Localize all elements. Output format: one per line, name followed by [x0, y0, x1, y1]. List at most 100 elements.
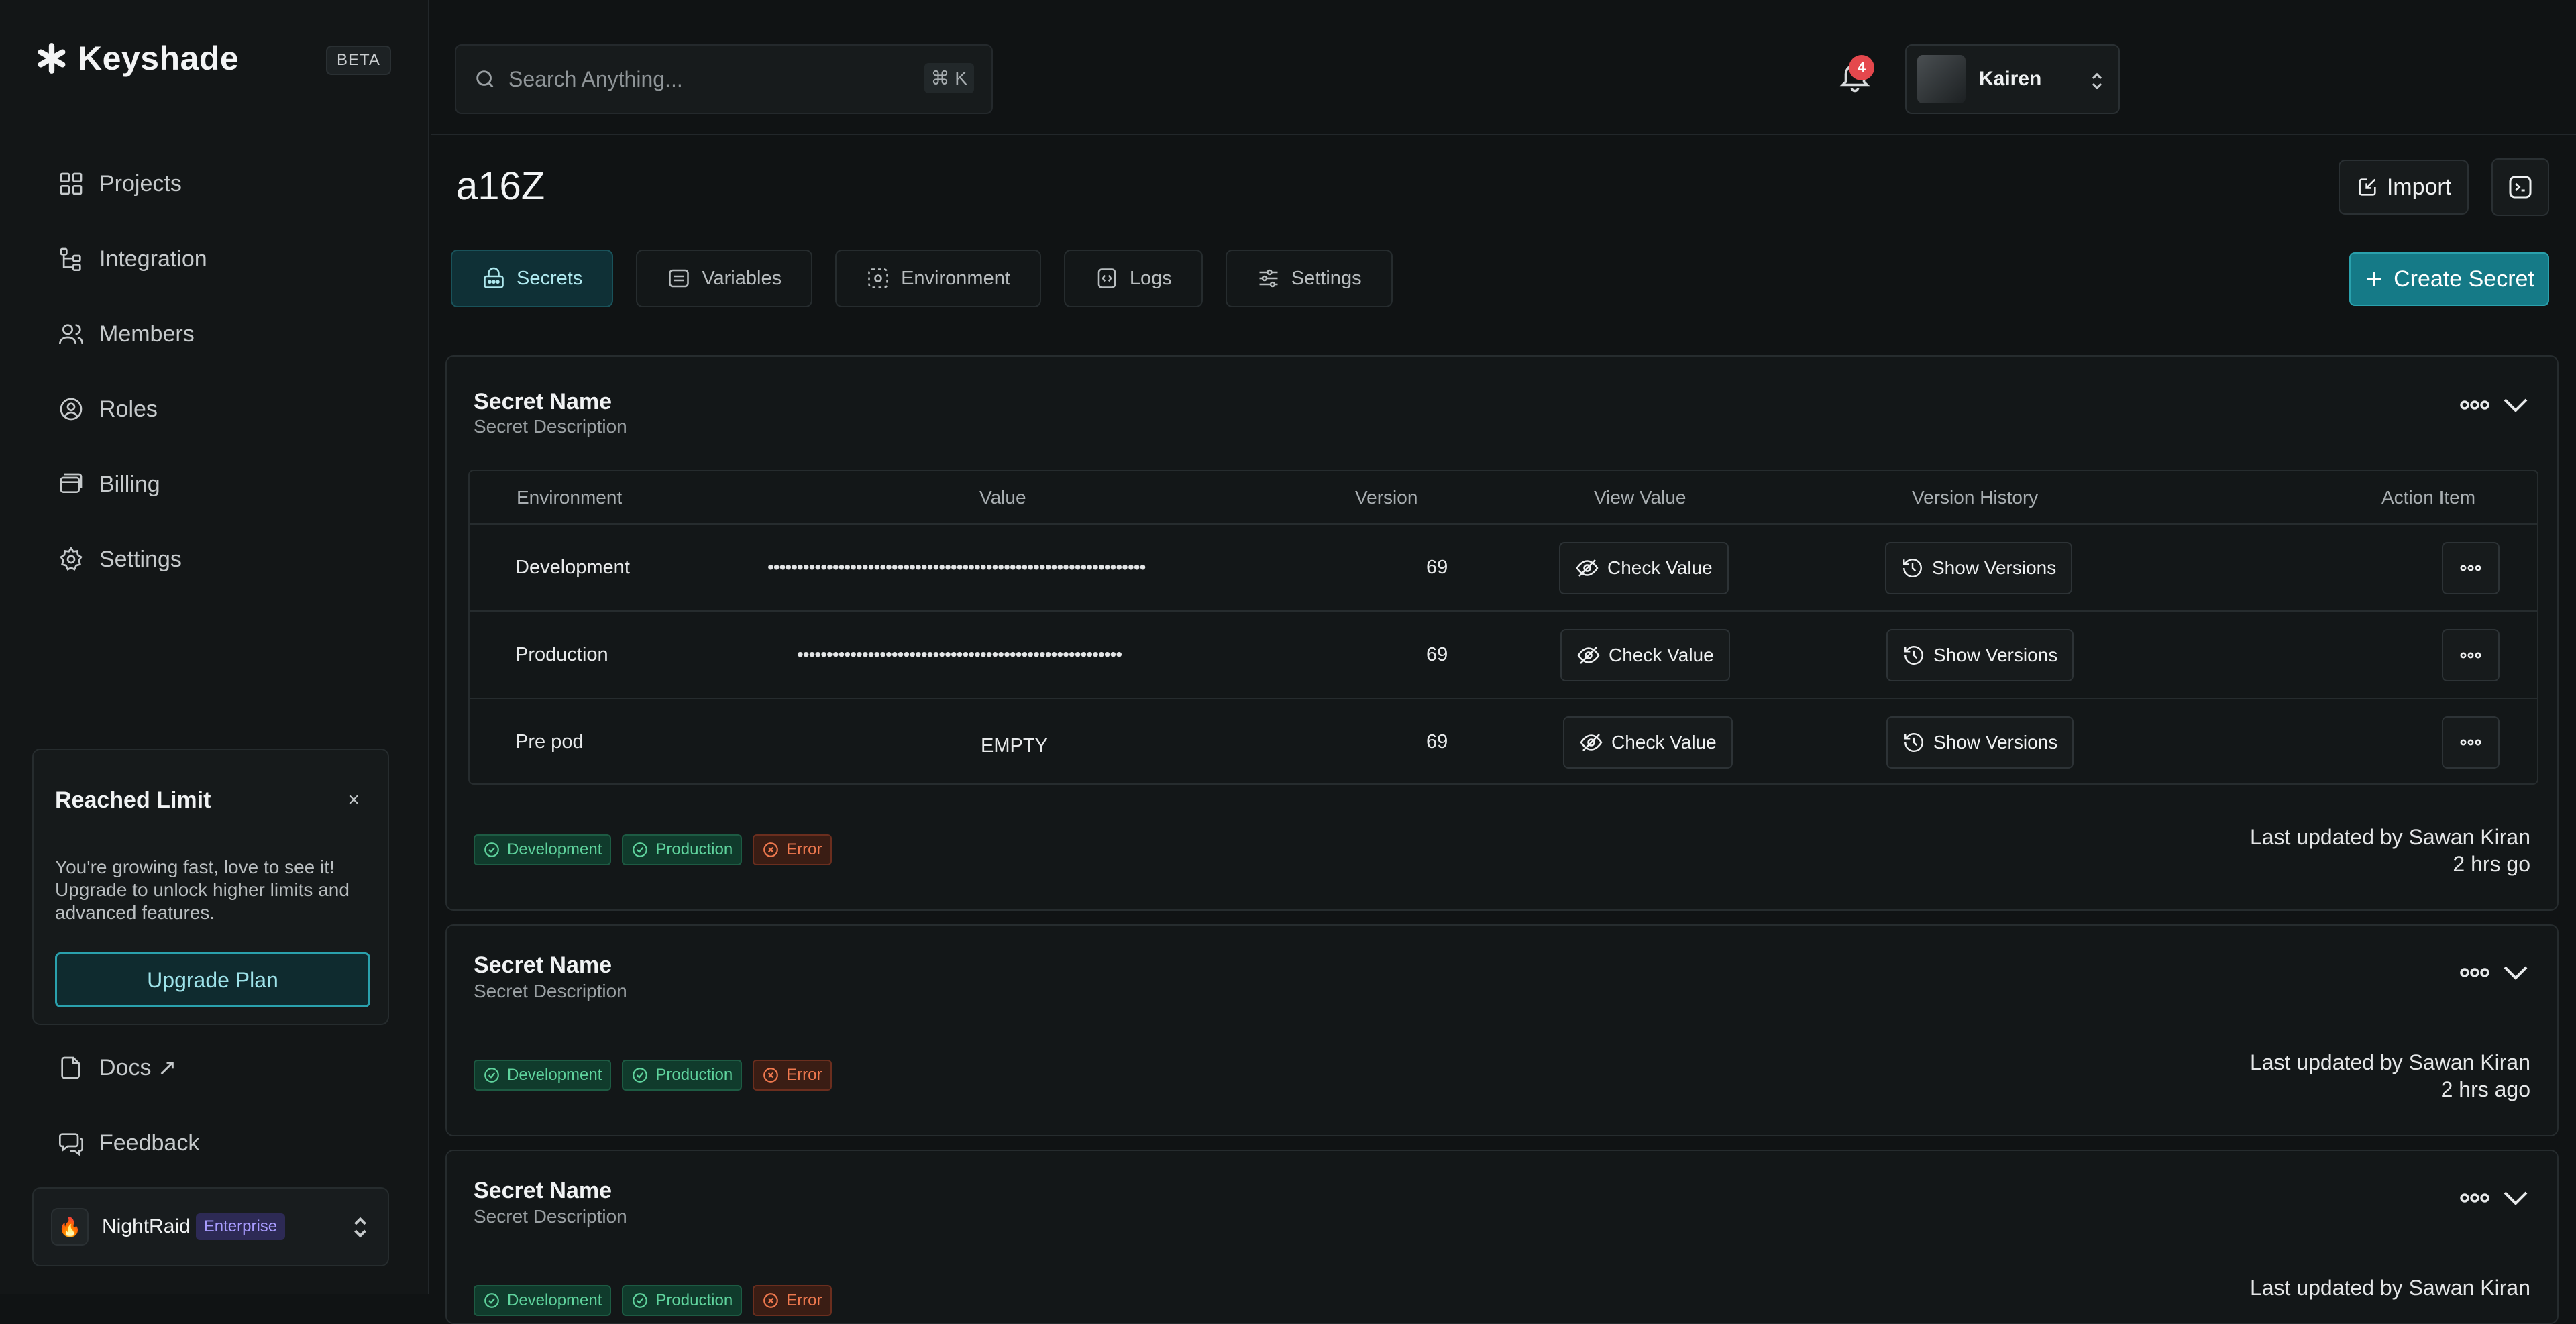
show-versions-button[interactable]: Show Versions — [1886, 629, 2074, 681]
secret-description: Secret Description — [474, 416, 627, 437]
tab-label: Settings — [1291, 267, 1362, 289]
sidebar-nav: Projects Integration Members Roles Billi… — [58, 146, 207, 597]
check-circle-icon — [484, 842, 499, 857]
user-menu[interactable]: Kairen — [1905, 44, 2120, 114]
column-header: Version History — [1912, 487, 2039, 508]
status-badge: Production — [622, 1285, 743, 1316]
avatar — [1917, 55, 1966, 103]
sidebar-item-label: Settings — [99, 546, 182, 572]
status-badge: Development — [474, 834, 612, 865]
shortcut-hint: ⌘ K — [924, 63, 974, 93]
tab-environment[interactable]: Environment — [835, 250, 1041, 307]
grid-icon — [60, 172, 83, 195]
updated-by: Last updated by Sawan Kiran — [2249, 1050, 2530, 1074]
status-badge: Development — [474, 1060, 612, 1091]
integration-icon — [60, 247, 81, 271]
import-label: Import — [2386, 174, 2452, 200]
x-circle-icon — [763, 1068, 779, 1083]
sidebar-item-members[interactable]: Members — [58, 296, 207, 372]
workspace-switcher[interactable]: 🔥 NightRaid Enterprise — [32, 1187, 389, 1266]
tab-settings[interactable]: Settings — [1225, 250, 1393, 307]
limit-message: You're growing fast, love to see it! Upg… — [55, 857, 350, 923]
environment-cell: Pre pod — [515, 731, 584, 753]
status-badge: Error — [753, 834, 832, 865]
tab-logs[interactable]: Logs — [1063, 250, 1203, 307]
environment-tags: Development Production Error — [474, 1060, 832, 1091]
import-button[interactable]: Import — [2339, 160, 2469, 215]
eye-off-icon — [1576, 559, 1599, 577]
check-value-button[interactable]: Check Value — [1560, 629, 1730, 681]
chevron-up-down-icon — [354, 1217, 366, 1238]
page-title: a16Z — [456, 164, 545, 208]
row-actions-button[interactable] — [2442, 716, 2500, 769]
version-cell: 69 — [1426, 557, 1448, 578]
history-icon — [1904, 733, 1923, 752]
logs-icon — [1097, 268, 1116, 288]
show-versions-button[interactable]: Show Versions — [1886, 716, 2074, 769]
updated-time: 2 hrs ago — [2440, 1077, 2530, 1101]
show-versions-button[interactable]: Show Versions — [1885, 542, 2073, 594]
column-header: Value — [979, 487, 1026, 508]
sidebar-item-settings[interactable]: Settings — [58, 522, 207, 597]
docs-label: Docs ↗ — [99, 1055, 177, 1081]
sidebar-item-integration[interactable]: Integration — [58, 221, 207, 296]
more-horizontal-icon[interactable] — [2459, 1191, 2490, 1205]
more-horizontal-icon — [2460, 739, 2481, 746]
chevron-up-down-icon — [2092, 72, 2102, 90]
secret-values-table: Environment Value Version View Value Ver… — [468, 470, 2538, 785]
tag-label: Development — [507, 840, 602, 859]
close-icon[interactable]: × — [347, 789, 360, 812]
check-circle-icon — [633, 842, 648, 857]
document-icon — [61, 1056, 80, 1079]
chevron-down-icon[interactable] — [2501, 962, 2530, 982]
chevron-down-icon[interactable] — [2501, 1187, 2530, 1207]
search-placeholder: Search Anything... — [508, 66, 683, 91]
column-header: Version — [1355, 487, 1418, 508]
docs-link[interactable]: Docs ↗ — [58, 1054, 176, 1081]
tab-variables[interactable]: Variables — [636, 250, 813, 307]
row-actions-button[interactable] — [2442, 629, 2500, 681]
last-updated: Last updated by Sawan Kiran 2 hrs ago — [2250, 1049, 2530, 1103]
workspace-name: NightRaid — [102, 1215, 191, 1237]
row-actions-button[interactable] — [2442, 542, 2500, 594]
reached-limit-card: Reached Limit × You're growing fast, lov… — [32, 749, 389, 1025]
sidebar-item-projects[interactable]: Projects — [58, 146, 207, 221]
sidebar-item-label: Billing — [99, 471, 160, 497]
brand-logo[interactable]: Keyshade — [35, 39, 239, 78]
secret-card: Secret Name Secret Description Developme… — [445, 1150, 2559, 1324]
tab-label: Secrets — [517, 267, 583, 289]
sidebar-item-label: Roles — [99, 396, 158, 422]
environment-tags: Development Production Error — [474, 834, 832, 865]
check-value-button[interactable]: Check Value — [1563, 716, 1733, 769]
search-input[interactable]: Search Anything... ⌘ K — [455, 44, 993, 114]
feedback-link[interactable]: Feedback — [58, 1129, 199, 1156]
masked-value: ••••••••••••••••••••••••••••••••••••••••… — [767, 557, 1146, 577]
notification-badge: 4 — [1849, 55, 1874, 80]
user-name: Kairen — [1979, 68, 2042, 90]
limit-title: Reached Limit — [55, 787, 211, 813]
more-horizontal-icon[interactable] — [2459, 966, 2490, 979]
eye-off-icon — [1580, 734, 1603, 751]
upgrade-plan-button[interactable]: Upgrade Plan — [55, 952, 370, 1007]
sidebar-item-label: Members — [99, 321, 195, 347]
more-horizontal-icon[interactable] — [2459, 398, 2490, 412]
secret-name: Secret Name — [474, 952, 612, 978]
sidebar-item-roles[interactable]: Roles — [58, 372, 207, 447]
sidebar-item-billing[interactable]: Billing — [58, 447, 207, 522]
sidebar: Keyshade BETA Projects Integration Membe… — [0, 0, 429, 1294]
check-value-button[interactable]: Check Value — [1559, 542, 1729, 594]
column-header: Environment — [517, 487, 623, 508]
show-versions-label: Show Versions — [1932, 557, 2057, 578]
chevron-down-icon[interactable] — [2501, 394, 2530, 415]
check-value-label: Check Value — [1609, 645, 1714, 665]
secret-name: Secret Name — [474, 389, 612, 415]
table-row: Development ••••••••••••••••••••••••••••… — [470, 523, 2537, 610]
tab-secrets[interactable]: Secrets — [451, 250, 614, 307]
sidebar-item-label: Projects — [99, 170, 182, 197]
app-name: Keyshade — [78, 40, 239, 77]
check-circle-icon — [484, 1068, 499, 1083]
create-secret-button[interactable]: Create Secret — [2349, 252, 2549, 306]
terminal-button[interactable] — [2491, 158, 2549, 216]
more-horizontal-icon — [2460, 565, 2481, 571]
sidebar-item-label: Integration — [99, 245, 207, 272]
